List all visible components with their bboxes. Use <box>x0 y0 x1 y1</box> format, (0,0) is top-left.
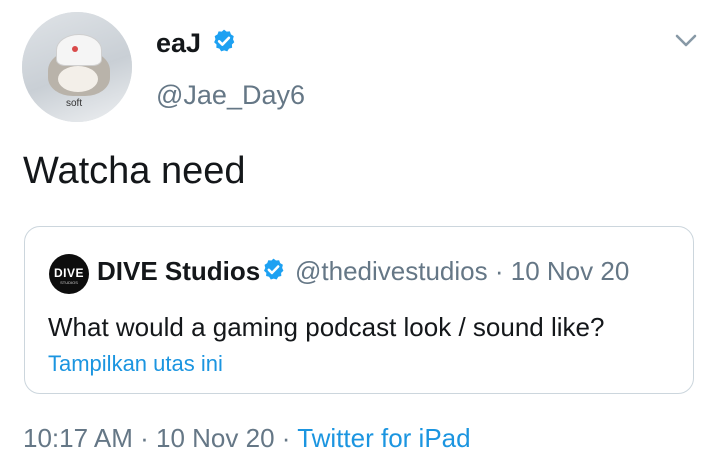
quoted-separator: · <box>494 256 504 286</box>
quoted-avatar[interactable]: DIVE STUDIOS <box>49 254 89 294</box>
quoted-tweet-text: What would a gaming podcast look / sound… <box>48 312 605 342</box>
author-name[interactable]: eaJ <box>156 28 201 59</box>
tweet-date[interactable]: 10 Nov 20 <box>156 423 275 453</box>
avatar-cat-face <box>58 66 98 92</box>
verified-badge-icon <box>264 258 284 280</box>
author-handle[interactable]: @Jae_Day6 <box>156 80 305 111</box>
author-avatar[interactable]: soft <box>22 12 132 122</box>
quoted-author-name[interactable]: DIVE Studios <box>97 256 260 287</box>
dive-logo: DIVE <box>53 266 84 280</box>
chevron-down-icon[interactable] <box>674 32 698 50</box>
verified-badge-icon <box>214 29 235 52</box>
avatar-helmet-logo <box>72 46 78 52</box>
show-thread-link[interactable]: Tampilkan utas ini <box>48 351 223 377</box>
quoted-meta: @thedivestudios · 10 Nov 20 <box>295 256 629 287</box>
quoted-date[interactable]: 10 Nov 20 <box>511 256 630 286</box>
tweet-footer: 10:17 AM · 10 Nov 20 · Twitter for iPad <box>23 423 471 454</box>
footer-separator: · <box>140 423 149 453</box>
tweet-time[interactable]: 10:17 AM <box>23 423 133 453</box>
footer-separator: · <box>281 423 291 453</box>
avatar-helmet <box>56 34 102 66</box>
quoted-author-handle[interactable]: @thedivestudios <box>295 256 488 286</box>
quoted-tweet[interactable]: DIVE STUDIOS DIVE Studios @thedivestudio… <box>24 226 694 394</box>
dive-logo-subtext: STUDIOS <box>60 280 78 285</box>
tweet-text: Watcha need <box>23 150 246 192</box>
tweet-source-link[interactable]: Twitter for iPad <box>297 423 470 453</box>
avatar-caption: soft <box>66 98 83 109</box>
